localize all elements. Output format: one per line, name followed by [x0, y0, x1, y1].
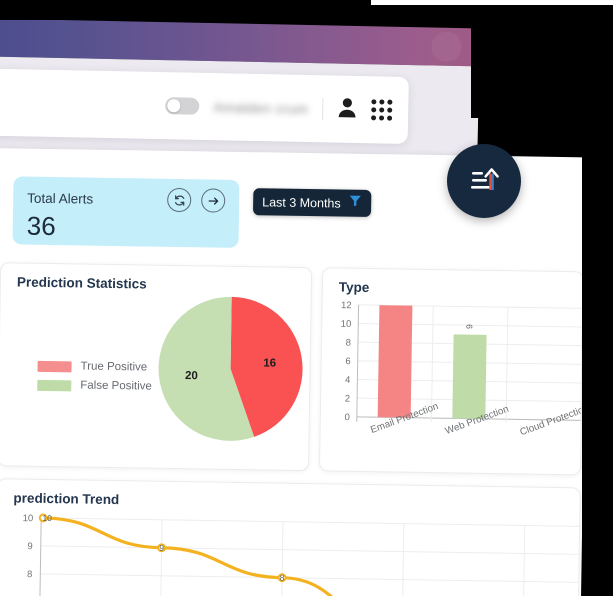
trend-value-label: 9 — [159, 543, 164, 553]
pie-data-label: 16 — [263, 357, 276, 369]
legend-swatch-false-positive — [37, 379, 72, 391]
line-gridline — [40, 545, 579, 555]
legend-item: True Positive — [37, 360, 152, 374]
legend-item: False Positive — [37, 379, 152, 393]
bar-y-tick-label: 6 — [345, 356, 350, 367]
bar-y-tick-label: 0 — [344, 412, 349, 423]
line-vertical-gridline — [159, 519, 163, 596]
bar-value-label: 9 — [464, 324, 474, 329]
crop-occluder-top-left — [0, 0, 371, 20]
filter-funnel-icon — [348, 194, 362, 213]
pie-legend: True Positive False Positive — [37, 360, 152, 393]
prediction-trend-chart[interactable]: 10987610986 — [3, 509, 580, 596]
date-range-filter-label: Last 3 Months — [262, 194, 341, 211]
prediction-trend-title: prediction Trend — [13, 490, 120, 508]
date-range-filter-button[interactable]: Last 3 Months — [252, 188, 371, 218]
line-y-tick-label: 10 — [23, 513, 34, 524]
line-y-axis — [38, 517, 42, 596]
legend-swatch-true-positive — [37, 360, 72, 372]
total-alerts-label: Total Alerts — [27, 190, 94, 207]
apps-dot — [379, 99, 385, 105]
line-vertical-gridline — [401, 523, 405, 596]
bar-email-protection — [377, 305, 413, 418]
apps-dot — [371, 115, 377, 121]
line-vertical-gridline — [280, 521, 284, 596]
prediction-statistics-card: Prediction Statistics True Positive Fals… — [0, 262, 313, 472]
person-icon[interactable] — [337, 96, 358, 122]
legend-label-true-positive: True Positive — [80, 360, 148, 374]
bar-y-tick-label: 12 — [341, 300, 352, 311]
line-gridline — [40, 573, 579, 583]
prediction-statistics-title: Prediction Statistics — [16, 274, 147, 292]
app-header-bar: Amalden crum — [0, 66, 409, 145]
apps-dot — [387, 107, 393, 113]
theme-toggle-switch[interactable] — [165, 97, 200, 115]
trend-line-path — [41, 516, 404, 596]
screenshot-stage: Amalden crum Total Alerts 36 Last 3 Mont… — [0, 0, 613, 596]
apps-dot — [379, 115, 385, 121]
crop-occluder-top-right — [471, 5, 613, 118]
apps-grid-icon[interactable] — [371, 99, 393, 121]
apps-dot — [387, 115, 393, 121]
trend-value-label: 10 — [42, 513, 52, 523]
apps-dot — [387, 99, 393, 105]
type-title: Type — [338, 279, 370, 296]
titlebar-ghost-circle — [431, 31, 462, 63]
prediction-trend-card: prediction Trend 10987610986 — [0, 478, 581, 596]
line-y-tick-label: 9 — [27, 541, 32, 552]
dashboard-surface: Total Alerts 36 Last 3 Months Prediction… — [0, 148, 591, 596]
apps-dot — [371, 107, 377, 113]
bar-y-tick-label: 4 — [345, 375, 350, 386]
bar-web-protection — [452, 334, 487, 419]
arrow-right-icon[interactable] — [201, 188, 226, 213]
pie-chart[interactable]: 16 20 — [154, 293, 306, 450]
refresh-icon[interactable] — [167, 187, 192, 213]
line-y-tick-label: 8 — [27, 569, 32, 580]
bar-y-tick-label: 8 — [346, 337, 351, 348]
trend-value-label: 8 — [280, 573, 285, 583]
pie-data-label: 20 — [185, 370, 198, 382]
ascending-bars-arrow-logo-icon — [471, 168, 499, 190]
line-gridline — [41, 517, 580, 527]
legend-label-false-positive: False Positive — [80, 379, 152, 393]
total-alerts-card: Total Alerts 36 — [12, 176, 240, 248]
type-bar-chart[interactable]: 0 2 4 6 8 10 12 Email Protection 9 Web Protection… — [326, 298, 591, 472]
apps-dot — [379, 107, 385, 113]
bar-y-tick-label: 10 — [341, 319, 352, 330]
app-window: Amalden crum — [0, 18, 480, 169]
type-card: Type 0 2 4 6 8 10 12 Email Protection 9 Web Prote… — [318, 267, 591, 476]
bar-y-tick-label: 2 — [345, 393, 350, 404]
total-alerts-value: 36 — [26, 210, 56, 242]
brand-logo-badge[interactable] — [447, 144, 521, 218]
crop-occluder-right — [582, 118, 613, 596]
apps-dot — [371, 99, 377, 105]
toggle-knob — [167, 99, 181, 113]
header-divider — [322, 97, 324, 120]
bar-y-axis — [356, 304, 360, 422]
line-vertical-gridline — [522, 525, 526, 596]
user-name-label: Amalden crum — [213, 98, 309, 117]
